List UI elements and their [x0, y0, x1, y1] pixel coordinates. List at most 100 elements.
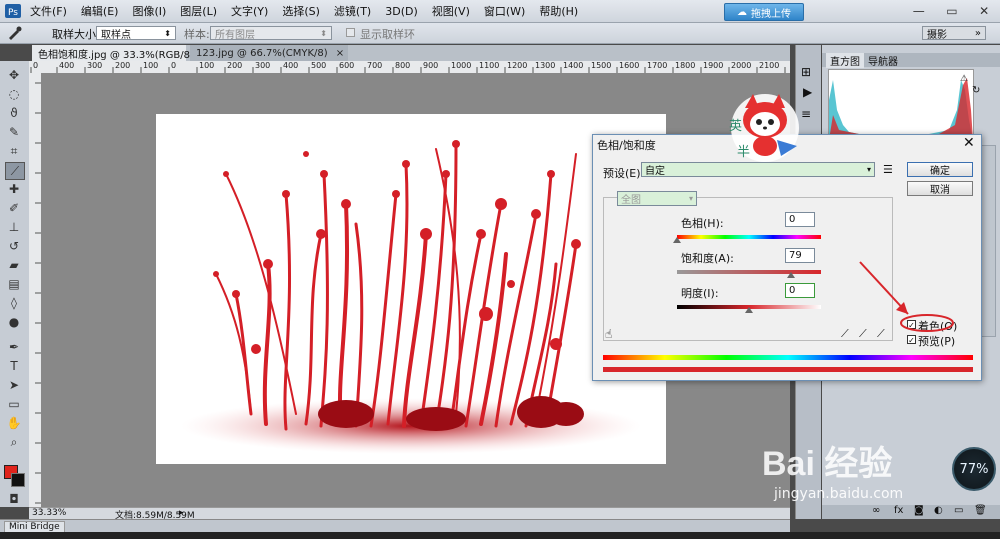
healing-brush-tool-icon[interactable]: ✚ [5, 181, 23, 197]
show-ring-label: 显示取样环 [360, 28, 415, 41]
document-canvas[interactable] [156, 114, 666, 464]
chevron-down-icon: ▾ [866, 165, 871, 174]
menu-3d[interactable]: 3D(D) [385, 5, 418, 18]
menu-file[interactable]: 文件(F) [30, 3, 67, 19]
hue-slider-track[interactable] [677, 235, 821, 239]
eyedropper-tool-icon[interactable]: ⟋ [5, 162, 25, 180]
hue-input[interactable]: 0 [785, 212, 815, 227]
status-arrow-icon[interactable]: ▸ [179, 508, 184, 518]
clone-stamp-tool-icon[interactable]: ⊥ [5, 219, 23, 235]
trash-icon[interactable]: 🗑 [974, 505, 987, 516]
sample-select[interactable]: 所有图层 ⬍ [210, 26, 332, 41]
ok-button[interactable]: 确定 [907, 162, 973, 177]
close-icon[interactable]: × [336, 48, 344, 59]
adjustment-group [603, 197, 893, 341]
ruler-tick: 500 [311, 61, 327, 70]
saturation-slider-track[interactable] [677, 270, 821, 274]
menu-edit[interactable]: 编辑(E) [81, 3, 119, 19]
zoom-level[interactable]: 33.33% [32, 508, 66, 518]
grid-panel-icon[interactable]: ⊞ [801, 65, 811, 79]
restore-icon[interactable]: ▭ [946, 4, 957, 18]
quick-select-tool-icon[interactable]: ✎ [5, 124, 23, 140]
brush-tool-icon[interactable]: ✐ [5, 200, 23, 216]
eyedropper-icon[interactable]: ⟋ [841, 327, 849, 341]
lasso-tool-icon[interactable]: ϑ [5, 105, 23, 121]
close-icon[interactable]: ✕ [979, 4, 989, 18]
refresh-icon[interactable]: ↻ [972, 85, 980, 96]
background-color-swatch[interactable] [11, 473, 25, 487]
type-tool-icon[interactable]: T [5, 358, 23, 374]
performance-meter[interactable]: 77% [952, 447, 996, 491]
saturation-value: 79 [789, 250, 802, 261]
eyedropper-minus-icon[interactable]: ⟋ [877, 327, 885, 341]
gradient-tool-icon[interactable]: ▤ [5, 276, 23, 292]
history-brush-tool-icon[interactable]: ↺ [5, 238, 23, 254]
preset-select[interactable]: 自定 ▾ [641, 162, 875, 177]
watermark-brand: Bai 经验 [762, 445, 893, 483]
hue-value: 0 [789, 214, 796, 225]
tab-navigator[interactable]: 导航器 [864, 53, 902, 68]
performance-value: 77% [959, 461, 989, 477]
menu-select[interactable]: 选择(S) [282, 3, 320, 19]
zoom-tool-icon[interactable]: ⌕ [5, 434, 23, 450]
menu-layer[interactable]: 图层(L) [180, 3, 217, 19]
tab-document-1[interactable]: 色相饱和度.jpg @ 33.3%(RGB/8*) × [32, 45, 215, 61]
tab-histogram[interactable]: 直方图 [826, 53, 864, 68]
ruler-tick: 800 [395, 61, 411, 70]
lightness-value: 0 [789, 285, 796, 296]
preview-checkbox[interactable]: ✓ [907, 335, 916, 345]
preset-options-icon[interactable]: ☰ [883, 163, 893, 176]
hand-adjust-icon[interactable]: ☝ [605, 327, 612, 341]
eyedropper-plus-icon[interactable]: ⟋ [859, 327, 867, 341]
eyedropper-tool-icon[interactable] [6, 25, 24, 43]
menu-help[interactable]: 帮助(H) [539, 3, 578, 19]
taskbar-strip [0, 532, 1000, 539]
saturation-label: 饱和度(A): [681, 252, 734, 265]
menu-window[interactable]: 窗口(W) [484, 3, 525, 19]
chevron-down-icon: ▾ [688, 194, 693, 203]
ruler-tick: 400 [59, 61, 75, 70]
menu-image[interactable]: 图像(I) [132, 3, 166, 19]
move-tool-icon[interactable]: ✥ [5, 67, 23, 83]
tab-label: 色相饱和度.jpg @ 33.3%(RGB/8*) [38, 49, 199, 61]
crop-tool-icon[interactable]: ⌗ [5, 143, 23, 159]
close-icon[interactable]: ✕ [963, 135, 975, 151]
lightness-label: 明度(I): [681, 287, 719, 300]
menu-filter[interactable]: 滤镜(T) [334, 3, 371, 19]
ok-label: 确定 [930, 166, 950, 177]
menu-view[interactable]: 视图(V) [432, 3, 470, 19]
fox-mascot-sticker: 英 半 [727, 90, 803, 164]
watermark-url: jingyan.baidu.com [774, 486, 904, 502]
shape-tool-icon[interactable]: ▭ [5, 396, 23, 412]
cancel-button[interactable]: 取消 [907, 181, 973, 196]
marquee-tool-icon[interactable]: ◌ [5, 86, 23, 102]
channel-select[interactable]: 全图 ▾ [617, 191, 697, 206]
window-controls: — ▭ ✕ [902, 0, 1000, 22]
hand-tool-icon[interactable]: ✋ [5, 415, 23, 431]
path-select-tool-icon[interactable]: ➤ [5, 377, 23, 393]
ruler-tick: 200 [227, 61, 243, 70]
show-ring-checkbox[interactable] [346, 28, 355, 37]
play-icon[interactable]: ▶ [803, 85, 812, 99]
workspace-select[interactable]: 摄影 » [922, 26, 986, 41]
quick-mask-icon[interactable]: ◘ [5, 491, 23, 507]
double-chevron-icon: » [974, 27, 981, 39]
lightness-input[interactable]: 0 [785, 283, 815, 298]
saturation-input[interactable]: 79 [785, 248, 815, 263]
tab-document-2[interactable]: 123.jpg @ 66.7%(CMYK/8) × [190, 45, 348, 61]
menu-type[interactable]: 文字(Y) [231, 3, 268, 19]
pen-tool-icon[interactable]: ✒ [5, 339, 23, 355]
sample-size-select[interactable]: 取样点 ⬍ [96, 26, 176, 41]
blur-tool-icon[interactable]: ◊ [5, 295, 23, 311]
lightness-slider-thumb[interactable] [745, 307, 753, 313]
ruler-tick: 100 [143, 61, 159, 70]
cancel-label: 取消 [930, 185, 950, 196]
ruler-tick: 700 [367, 61, 383, 70]
saturation-slider-thumb[interactable] [786, 272, 795, 278]
minimize-icon[interactable]: — [913, 4, 925, 18]
dodge-tool-icon[interactable]: ● [5, 314, 23, 330]
drag-upload-button[interactable]: ☁ 拖拽上传 [724, 3, 804, 21]
eraser-tool-icon[interactable]: ▰ [5, 257, 23, 273]
mascot-char-2: 半 [737, 145, 750, 160]
hue-slider-thumb[interactable] [673, 237, 681, 243]
